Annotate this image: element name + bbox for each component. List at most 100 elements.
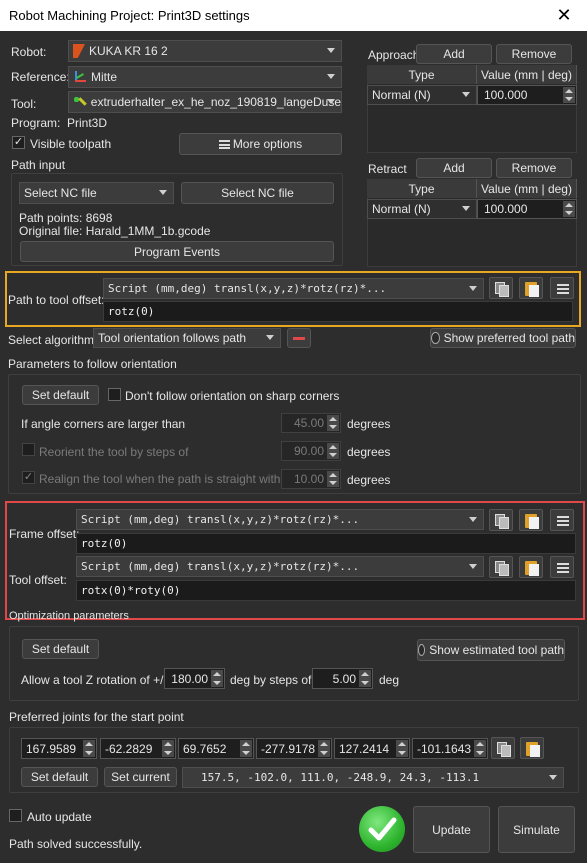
tool-select[interactable]: extruderhalter_ex_he_noz_190819_langeDus… <box>68 91 342 113</box>
copy-icon[interactable] <box>489 509 513 531</box>
radio-icon <box>431 332 440 344</box>
retract-remove-button[interactable]: Remove <box>496 158 572 178</box>
tool-label: Tool: <box>11 97 37 111</box>
spin-arrows-icon[interactable] <box>83 740 95 757</box>
path-to-tool-offset-script-select[interactable]: Script (mm,deg) transl(x,y,z)*rotz(rz)*.… <box>103 278 484 299</box>
radio-icon <box>418 644 426 656</box>
angle-input[interactable]: 45.00 <box>281 413 341 433</box>
spin-arrows-icon[interactable] <box>211 670 223 687</box>
frame-icon <box>73 70 87 84</box>
simulate-button[interactable]: Simulate <box>498 806 575 853</box>
title-bar: Robot Machining Project: Print3D setting… <box>0 0 587 31</box>
chevron-down-icon <box>159 190 167 195</box>
chevron-down-icon <box>327 48 335 53</box>
algorithm-select[interactable]: Tool orientation follows path <box>93 328 281 348</box>
reference-value: Mitte <box>91 70 118 84</box>
chevron-down-icon <box>462 206 470 211</box>
menu-icon <box>218 139 230 149</box>
joint-4-input[interactable]: -277.9178 <box>256 738 332 759</box>
approach-type-select[interactable]: Normal (N) <box>367 85 477 105</box>
frame-offset-script-select[interactable]: Script (mm,deg) transl(x,y,z)*rotz(rz)*.… <box>76 509 484 530</box>
checkmark-icon <box>368 817 397 841</box>
copy-icon[interactable] <box>489 556 513 578</box>
joint-6-input[interactable]: -101.1643 <box>412 738 488 759</box>
joint-1-input[interactable]: 167.9589 <box>21 738 97 759</box>
dont-follow-checkbox[interactable] <box>108 388 121 401</box>
spin-arrows-icon[interactable] <box>327 415 339 431</box>
reorient-input[interactable]: 90.00 <box>281 441 341 461</box>
spin-arrows-icon[interactable] <box>327 471 339 487</box>
retract-value-input[interactable]: 100.000 <box>477 199 577 219</box>
remove-algorithm-button[interactable] <box>287 328 311 348</box>
frame-offset-input[interactable]: rotz(0) <box>76 533 576 554</box>
spin-arrows-icon[interactable] <box>318 740 330 757</box>
approach-remove-button[interactable]: Remove <box>496 44 572 64</box>
retract-type-select[interactable]: Normal (N) <box>367 199 477 219</box>
rotation-input[interactable]: 180.00 <box>164 668 225 689</box>
joints-set-default-button[interactable]: Set default <box>21 767 98 787</box>
paste-icon[interactable] <box>519 556 543 578</box>
reorient-checkbox[interactable] <box>22 443 35 456</box>
tool-offset-input[interactable]: rotx(0)*roty(0) <box>76 580 576 601</box>
spin-arrows-icon[interactable] <box>563 201 575 217</box>
auto-update-label: Auto update <box>27 810 92 824</box>
spin-arrows-icon[interactable] <box>327 443 339 459</box>
menu-icon[interactable] <box>550 277 574 299</box>
program-label: Program: <box>11 116 61 130</box>
joint-2-input[interactable]: -62.2829 <box>100 738 176 759</box>
chevron-down-icon <box>327 99 335 104</box>
copy-icon[interactable] <box>491 737 515 759</box>
visible-toolpath-label: Visible toolpath <box>30 137 112 151</box>
approach-value-input[interactable]: 100.000 <box>477 85 577 105</box>
spin-arrows-icon[interactable] <box>474 740 486 757</box>
close-icon[interactable]: ✕ <box>541 0 587 31</box>
program-events-button[interactable]: Program Events <box>20 241 334 262</box>
joints-preset-select[interactable]: 157.5, -102.0, 111.0, -248.9, 24.3, -113… <box>182 767 564 788</box>
menu-icon[interactable] <box>550 509 574 531</box>
joints-set-current-button[interactable]: Set current <box>104 767 177 787</box>
approach-label: Approach <box>368 48 420 62</box>
reference-select[interactable]: Mitte <box>68 66 342 88</box>
spin-arrows-icon[interactable] <box>240 740 252 757</box>
menu-icon[interactable] <box>550 556 574 578</box>
visible-toolpath-checkbox[interactable]: ✓ <box>12 136 25 149</box>
show-estimated-tool-path-button[interactable]: Show estimated tool path <box>417 639 565 661</box>
joint-5-input[interactable]: 127.2414 <box>334 738 410 759</box>
more-options-button[interactable]: More options <box>179 133 342 155</box>
spin-arrows-icon[interactable] <box>359 670 371 687</box>
spin-arrows-icon[interactable] <box>396 740 408 757</box>
steps-label: deg by steps of <box>230 673 312 687</box>
robot-select[interactable]: KUKA KR 16 2 <box>68 40 342 62</box>
spin-arrows-icon[interactable] <box>162 740 174 757</box>
reference-label: Reference: <box>11 70 70 84</box>
path-points-text: Path points: 8698 <box>19 211 113 225</box>
retract-label: Retract <box>368 162 407 176</box>
steps-input[interactable]: 5.00 <box>312 668 373 689</box>
follow-set-default-button[interactable]: Set default <box>22 385 99 405</box>
select-nc-file-button[interactable]: Select NC file <box>181 182 334 204</box>
success-check-icon <box>359 806 405 852</box>
copy-icon[interactable] <box>489 277 513 299</box>
reorient-label: Reorient the tool by steps of <box>39 445 189 459</box>
tool-offset-script-select[interactable]: Script (mm,deg) transl(x,y,z)*rotz(rz)*.… <box>76 556 484 577</box>
paste-icon[interactable] <box>519 277 543 299</box>
approach-add-button[interactable]: Add <box>416 44 492 64</box>
path-to-tool-offset-label: Path to tool offset: <box>8 293 105 307</box>
chevron-down-icon <box>549 774 557 780</box>
path-to-tool-offset-input[interactable]: rotz(0) <box>103 301 573 322</box>
update-button[interactable]: Update <box>413 806 490 853</box>
show-preferred-tool-path-button[interactable]: Show preferred tool path <box>430 328 576 348</box>
spin-arrows-icon[interactable] <box>563 87 575 103</box>
frame-offset-label: Frame offset: <box>9 527 80 541</box>
auto-update-checkbox[interactable] <box>9 809 22 822</box>
retract-add-button[interactable]: Add <box>416 158 492 178</box>
optimization-set-default-button[interactable]: Set default <box>22 639 99 659</box>
realign-checkbox[interactable]: ✓ <box>22 471 35 484</box>
realign-input[interactable]: 10.00 <box>281 469 341 489</box>
joint-3-input[interactable]: 69.7652 <box>178 738 254 759</box>
nc-file-select[interactable]: Select NC file <box>19 182 174 204</box>
angle-label: If angle corners are larger than <box>21 417 186 431</box>
retract-col-type: Type <box>367 179 477 198</box>
paste-icon[interactable] <box>520 737 544 759</box>
paste-icon[interactable] <box>519 509 543 531</box>
